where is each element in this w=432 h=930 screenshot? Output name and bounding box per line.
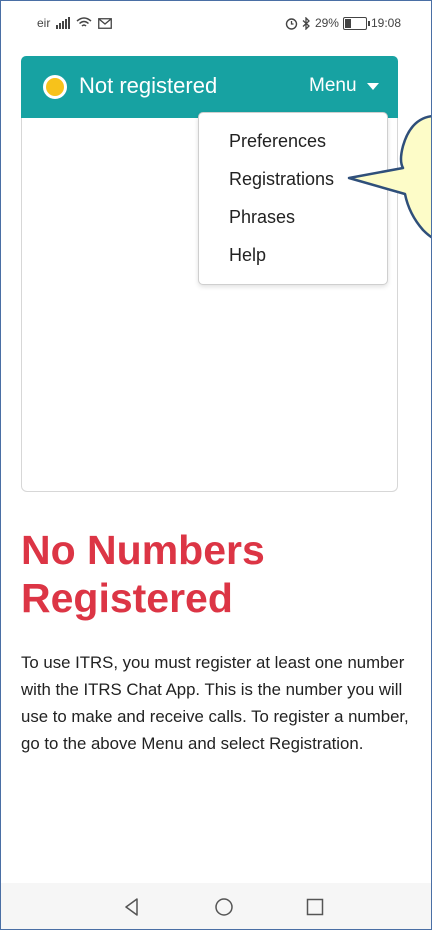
heading-line-1: No Numbers <box>21 527 265 573</box>
home-icon[interactable] <box>214 897 234 917</box>
menu-label: Menu <box>309 75 357 96</box>
mail-icon <box>98 17 113 29</box>
callout-bubble-icon <box>347 115 431 239</box>
menu-item-preferences[interactable]: Preferences <box>229 131 326 152</box>
heading-line-2: Registered <box>21 575 233 621</box>
status-dot-icon <box>43 75 67 99</box>
recents-icon[interactable] <box>305 897 325 917</box>
signal-icon <box>56 17 71 29</box>
status-bar-right: 29% 19:08 <box>285 16 401 30</box>
battery-icon <box>342 16 370 30</box>
carrier-label: eir <box>37 16 51 30</box>
battery-fill <box>344 18 352 28</box>
app-frame: eir 29% 19:08 Not registered Menu Prefer… <box>0 0 432 930</box>
caret-down-icon <box>366 82 379 90</box>
clock: 19:08 <box>370 16 401 30</box>
menu-item-registrations[interactable]: Registrations <box>229 169 334 190</box>
back-icon[interactable] <box>122 897 142 917</box>
registration-status: Not registered <box>79 73 218 98</box>
wifi-icon <box>76 17 92 27</box>
bluetooth-icon <box>302 16 310 30</box>
menu-item-phrases[interactable]: Phrases <box>229 207 295 228</box>
page-heading: No Numbers Registered <box>21 526 413 622</box>
status-bar: eir 29% 19:08 <box>1 1 431 43</box>
battery-percent: 29% <box>314 16 339 30</box>
system-nav-bar <box>1 883 431 929</box>
menu-item-help[interactable]: Help <box>229 245 266 266</box>
alarm-icon <box>285 17 298 30</box>
menu-button[interactable]: Menu <box>309 75 379 97</box>
instructions-text: To use ITRS, you must register at least … <box>21 653 409 753</box>
status-bar-left: eir <box>37 16 113 30</box>
